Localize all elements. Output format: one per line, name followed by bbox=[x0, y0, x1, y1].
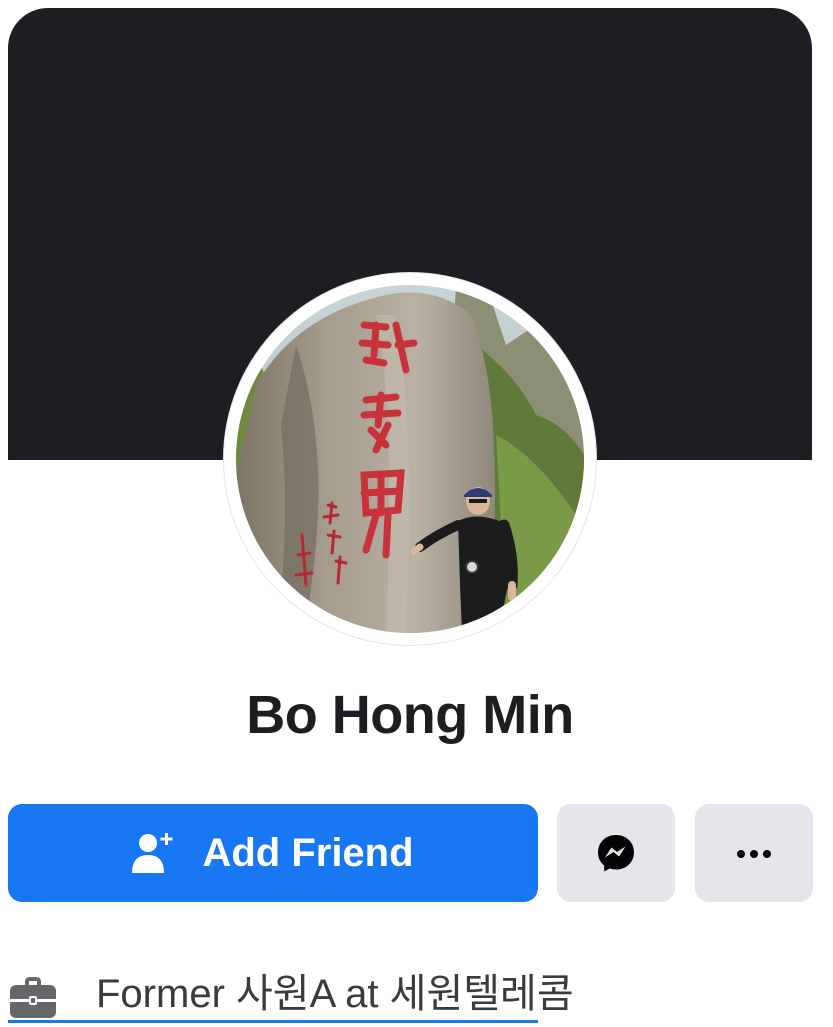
active-tab-indicator bbox=[8, 1020, 538, 1023]
person-add-icon bbox=[132, 831, 176, 875]
more-options-button[interactable] bbox=[695, 804, 813, 902]
briefcase-icon bbox=[8, 972, 58, 1022]
work-text: Former 사원A at 세원텔레콤 bbox=[96, 972, 574, 1016]
messenger-icon bbox=[596, 833, 636, 873]
more-dots-icon bbox=[736, 847, 772, 859]
message-button[interactable] bbox=[557, 804, 675, 902]
avatar-photo bbox=[236, 285, 584, 633]
add-friend-label: Add Friend bbox=[202, 831, 414, 875]
add-friend-button[interactable]: Add Friend bbox=[8, 804, 538, 902]
profile-name: Bo Hong Min bbox=[246, 685, 574, 745]
work-info-row: Former 사원A at 세원텔레콤 bbox=[0, 960, 833, 1024]
profile-avatar[interactable] bbox=[236, 285, 584, 633]
